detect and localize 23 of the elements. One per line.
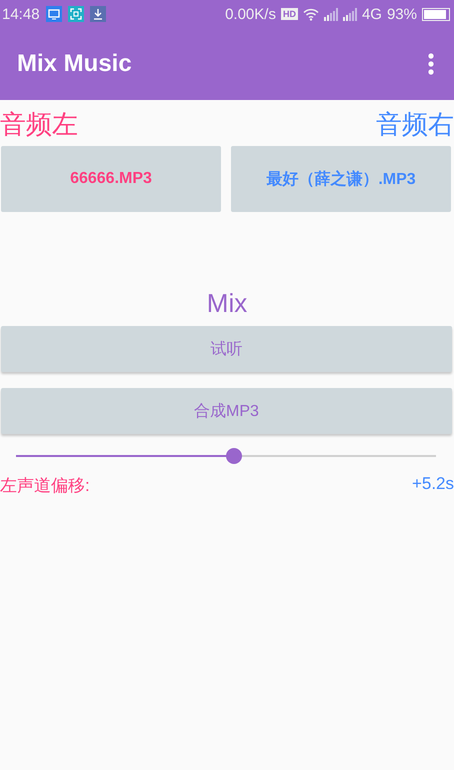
- signal-icon: [324, 8, 338, 20]
- file-button[interactable]: 66666.MP3: [1, 146, 221, 212]
- preview-button[interactable]: 试听: [1, 326, 452, 372]
- signal-icon: [342, 8, 357, 20]
- offset-label: 左声道偏移:: [0, 475, 90, 497]
- hd-badge: HD: [280, 8, 298, 20]
- wifi-icon: [302, 8, 319, 20]
- left-audio-label: 音频左: [0, 108, 78, 140]
- battery-icon: [422, 8, 450, 20]
- more-menu-icon[interactable]: [428, 53, 434, 75]
- file-button[interactable]: 最好（薛之谦）.MP3: [231, 146, 451, 212]
- offset-value: +5.2s: [412, 474, 454, 495]
- scan-icon: [68, 6, 84, 22]
- network-speed: 0.00K/s: [225, 6, 276, 22]
- message-icon: [46, 6, 62, 22]
- merge-button[interactable]: 合成MP3: [1, 388, 452, 434]
- mix-title: Mix: [206, 287, 248, 320]
- network-type: 4G: [362, 6, 382, 22]
- right-audio-label: 音频右: [376, 108, 454, 140]
- clock-time: 14:48: [2, 6, 40, 22]
- download-icon: [90, 6, 106, 22]
- battery-percent: 93%: [386, 6, 417, 22]
- app-title: Mix Music: [17, 50, 132, 78]
